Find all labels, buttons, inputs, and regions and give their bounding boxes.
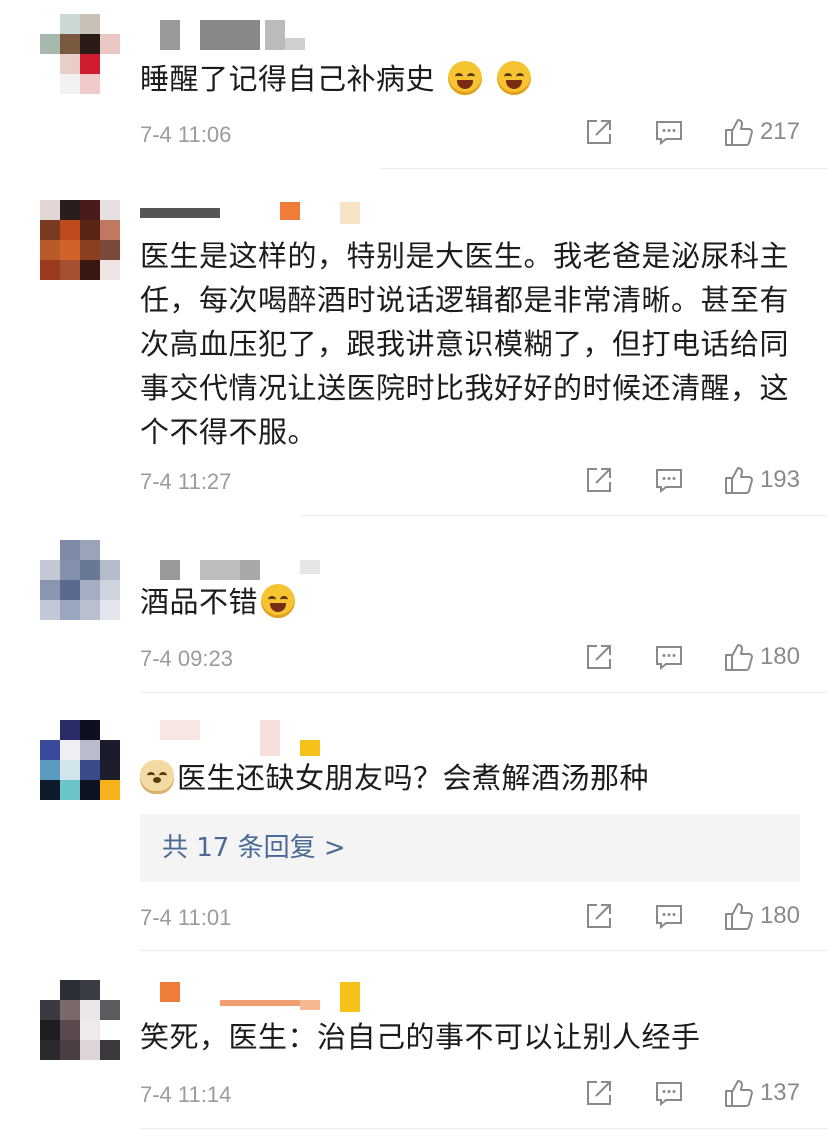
timestamp: 7-4 11:14 xyxy=(140,1082,232,1107)
comment-icon xyxy=(655,121,682,146)
reply-button[interactable] xyxy=(654,117,684,147)
rofl-emoji xyxy=(447,61,482,95)
share-button[interactable] xyxy=(584,117,614,147)
share-icon xyxy=(586,1081,611,1105)
username[interactable] xyxy=(140,980,360,1014)
share-icon xyxy=(586,120,611,144)
comment-actions: 180 xyxy=(584,900,800,932)
username[interactable] xyxy=(140,718,340,756)
like-count: 180 xyxy=(759,902,800,929)
comment-icon xyxy=(655,646,682,671)
avatar[interactable] xyxy=(40,980,120,1060)
divider xyxy=(140,1128,828,1129)
share-button[interactable] xyxy=(584,1078,614,1108)
reply-button[interactable] xyxy=(654,642,684,672)
share-icon xyxy=(586,904,611,928)
like-button[interactable]: 137 xyxy=(722,1077,800,1109)
comment-actions: 180 xyxy=(584,641,800,673)
timestamp: 7-4 09:23 xyxy=(140,646,233,671)
reply-button[interactable] xyxy=(654,465,684,495)
timestamp: 7-4 11:06 xyxy=(140,122,232,147)
reply-button[interactable] xyxy=(654,1078,684,1108)
share-button[interactable] xyxy=(584,465,614,495)
username[interactable] xyxy=(140,18,310,52)
like-count: 217 xyxy=(759,118,800,145)
thumbs-up-icon xyxy=(724,1080,753,1107)
divider xyxy=(300,515,828,516)
like-button[interactable]: 193 xyxy=(722,464,800,496)
like-button[interactable]: 180 xyxy=(722,900,800,932)
like-count: 193 xyxy=(759,466,800,493)
comment-actions: 217 xyxy=(584,116,800,148)
comment-text: 医生是这样的，特别是大医生。我老爸是泌尿科主任，每次喝醉酒时说话逻辑都是非常清晰… xyxy=(140,239,790,449)
like-button[interactable]: 180 xyxy=(722,641,800,673)
like-button[interactable]: 217 xyxy=(722,116,800,148)
share-button[interactable] xyxy=(584,901,614,931)
comment-text: 笑死，医生：治自己的事不可以让别人经手 xyxy=(140,1020,701,1054)
comment-actions: 193 xyxy=(584,464,800,496)
thumbs-up-icon xyxy=(724,119,753,146)
doge-emoji xyxy=(140,760,174,794)
timestamp: 7-4 11:01 xyxy=(140,905,232,930)
rofl-emoji xyxy=(497,61,532,95)
avatar[interactable] xyxy=(40,720,120,800)
comment-text: 酒品不错 xyxy=(140,580,805,624)
avatar[interactable] xyxy=(40,200,120,280)
comment-text-content: 医生还缺女朋友吗？会煮解酒汤那种 xyxy=(177,761,650,795)
divider xyxy=(140,950,828,951)
avatar[interactable] xyxy=(40,540,120,620)
view-replies-button[interactable]: 共 17 条回复 > xyxy=(140,814,800,882)
like-count: 137 xyxy=(759,1079,800,1106)
thumbs-up-icon xyxy=(724,903,753,930)
reply-button[interactable] xyxy=(654,901,684,931)
comment-text-content: 酒品不错 xyxy=(140,585,259,619)
timestamp: 7-4 11:27 xyxy=(140,469,232,494)
divider xyxy=(140,692,828,693)
thumbs-up-icon xyxy=(724,467,753,494)
avatar[interactable] xyxy=(40,14,120,94)
crying-laughing-emoji xyxy=(261,584,296,618)
comment-icon xyxy=(655,1082,682,1107)
divider xyxy=(380,168,828,169)
share-button[interactable] xyxy=(584,642,614,672)
thumbs-up-icon xyxy=(724,644,753,671)
comment-actions: 137 xyxy=(584,1077,800,1109)
username[interactable] xyxy=(140,200,370,234)
share-icon xyxy=(586,468,611,492)
comment-icon xyxy=(655,469,682,494)
comment-text-content: 睡醒了记得自己补病史 xyxy=(140,62,436,96)
comment-icon xyxy=(655,905,682,930)
like-count: 180 xyxy=(759,643,800,670)
comment-text: 睡醒了记得自己补病史 xyxy=(140,57,805,101)
comment-text: 医生还缺女朋友吗？会煮解酒汤那种 xyxy=(140,756,805,800)
share-icon xyxy=(586,645,611,669)
